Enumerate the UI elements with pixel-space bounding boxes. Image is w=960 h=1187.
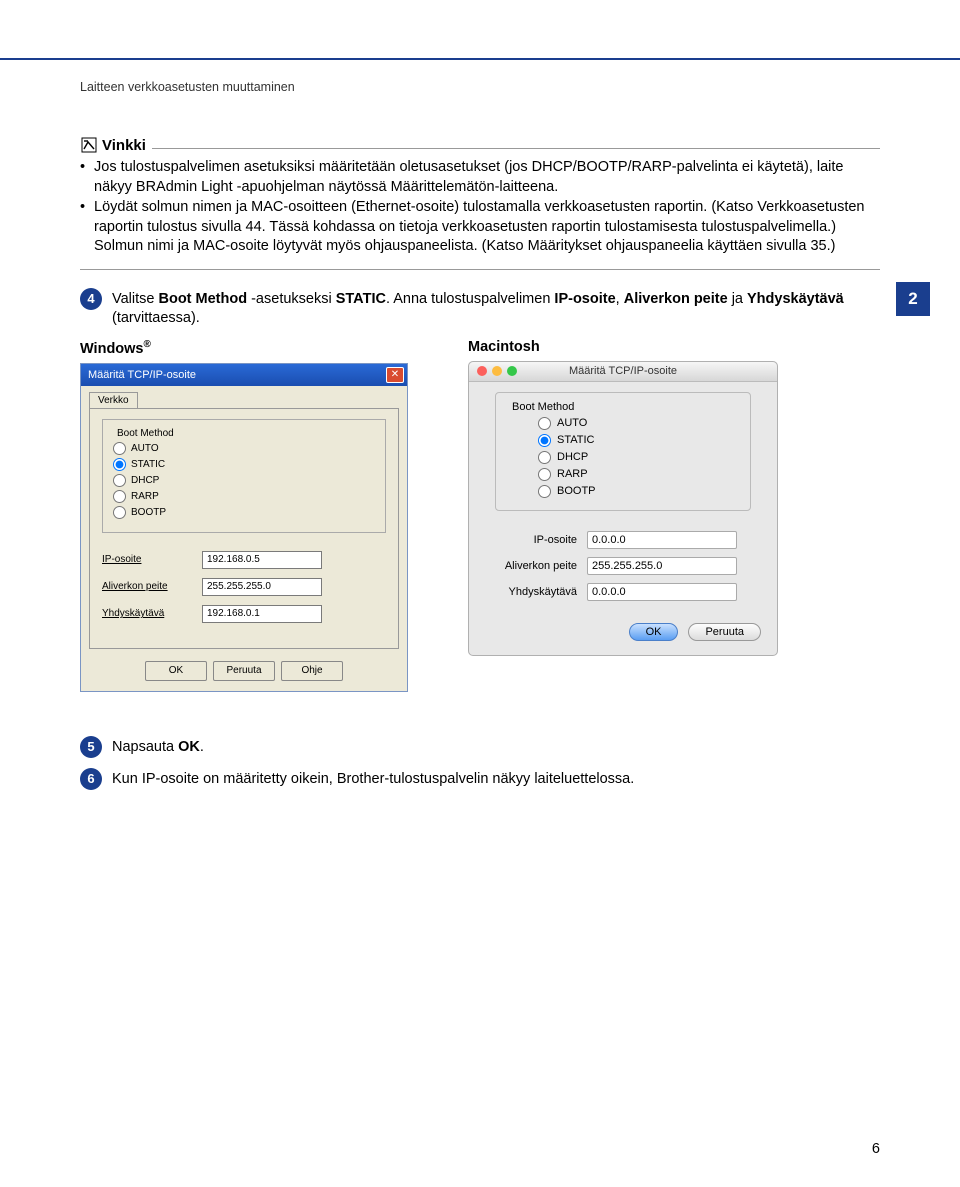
radio-label: RARP <box>557 468 588 480</box>
radio-label: BOOTP <box>557 485 596 497</box>
step-number-badge: 5 <box>80 736 102 758</box>
cancel-button[interactable]: Peruuta <box>688 623 761 641</box>
bootmethod-fieldset: Boot Method AUTO STATIC DHCP RARP BOOTP <box>495 392 751 511</box>
step-number-badge: 4 <box>80 288 102 310</box>
help-button[interactable]: Ohje <box>281 661 343 681</box>
radio-label: STATIC <box>131 459 165 470</box>
windows-titlebar: Määritä TCP/IP-osoite ✕ <box>81 364 407 386</box>
note-rule <box>80 269 880 270</box>
ip-label: IP-osoite <box>102 554 202 565</box>
cancel-button[interactable]: Peruuta <box>213 661 275 681</box>
mask-input[interactable] <box>587 557 737 575</box>
gateway-input[interactable] <box>202 605 322 623</box>
ip-input[interactable] <box>202 551 322 569</box>
note-title: Vinkki <box>102 137 146 154</box>
note-icon <box>80 136 98 154</box>
ok-button[interactable]: OK <box>145 661 207 681</box>
mac-titlebar: Määritä TCP/IP-osoite <box>469 362 777 382</box>
step-4: 4 Valitse Boot Method -asetukseksi STATI… <box>80 288 880 329</box>
radio-static[interactable]: STATIC <box>538 434 738 447</box>
mask-input[interactable] <box>202 578 322 596</box>
os-label-text: Windows <box>80 341 144 357</box>
mask-label: Aliverkon peite <box>102 581 202 592</box>
mac-title: Määritä TCP/IP-osoite <box>469 365 777 377</box>
registered-mark: ® <box>144 339 151 350</box>
bootmethod-fieldset: Boot Method AUTO STATIC DHCP RARP BOOTP <box>102 419 386 533</box>
windows-title: Määritä TCP/IP-osoite <box>88 369 196 381</box>
radio-label: RARP <box>131 491 159 502</box>
windows-dialog: Määritä TCP/IP-osoite ✕ Verkko Boot Meth… <box>80 363 408 692</box>
radio-label: BOOTP <box>131 507 166 518</box>
step-number-badge: 6 <box>80 768 102 790</box>
note-bullet: Jos tulostuspalvelimen asetuksiksi määri… <box>80 158 880 197</box>
step-text: Napsauta OK. <box>112 736 880 758</box>
windows-label: Windows® <box>80 339 408 357</box>
ok-button[interactable]: OK <box>629 623 679 641</box>
mask-label: Aliverkon peite <box>495 560 587 572</box>
close-icon[interactable]: ✕ <box>386 367 404 383</box>
ip-label: IP-osoite <box>495 534 587 546</box>
gateway-input[interactable] <box>587 583 737 601</box>
chapter-tab: 2 <box>896 282 930 316</box>
gateway-label: Yhdyskäytävä <box>495 586 587 598</box>
ip-input[interactable] <box>587 531 737 549</box>
note-heading: Vinkki <box>80 136 880 154</box>
radio-label: DHCP <box>131 475 159 486</box>
radio-label: DHCP <box>557 451 588 463</box>
page-header: Laitteen verkkoasetusten muuttaminen <box>80 80 880 94</box>
radio-auto[interactable]: AUTO <box>113 442 375 455</box>
mac-dialog: Määritä TCP/IP-osoite Boot Method AUTO S… <box>468 361 778 656</box>
radio-dhcp[interactable]: DHCP <box>113 474 375 487</box>
note-bullet: Löydät solmun nimen ja MAC-osoitteen (Et… <box>80 198 880 257</box>
radio-bootp[interactable]: BOOTP <box>113 506 375 519</box>
macintosh-label: Macintosh <box>468 339 778 355</box>
radio-dhcp[interactable]: DHCP <box>538 451 738 464</box>
note-bullet-text: Löydät solmun nimen ja MAC-osoitteen (Et… <box>94 199 865 254</box>
step-5: 5 Napsauta OK. <box>80 736 880 758</box>
radio-static[interactable]: STATIC <box>113 458 375 471</box>
bootmethod-legend: Boot Method <box>113 428 178 439</box>
radio-auto[interactable]: AUTO <box>538 417 738 430</box>
radio-rarp[interactable]: RARP <box>538 468 738 481</box>
radio-rarp[interactable]: RARP <box>113 490 375 503</box>
step-text: Valitse Boot Method -asetukseksi STATIC.… <box>112 288 880 329</box>
top-rule <box>0 58 960 60</box>
radio-label: AUTO <box>131 443 159 454</box>
radio-bootp[interactable]: BOOTP <box>538 485 738 498</box>
page-number: 6 <box>872 1141 880 1157</box>
bootmethod-legend: Boot Method <box>508 401 578 413</box>
note-box: Vinkki Jos tulostuspalvelimen asetuksiks… <box>80 136 880 270</box>
step-text: Kun IP-osoite on määritetty oikein, Brot… <box>112 768 880 790</box>
radio-label: STATIC <box>557 434 594 446</box>
radio-label: AUTO <box>557 417 587 429</box>
tab-network[interactable]: Verkko <box>89 392 138 408</box>
step-6: 6 Kun IP-osoite on määritetty oikein, Br… <box>80 768 880 790</box>
note-rule <box>152 148 880 149</box>
gateway-label: Yhdyskäytävä <box>102 608 202 619</box>
